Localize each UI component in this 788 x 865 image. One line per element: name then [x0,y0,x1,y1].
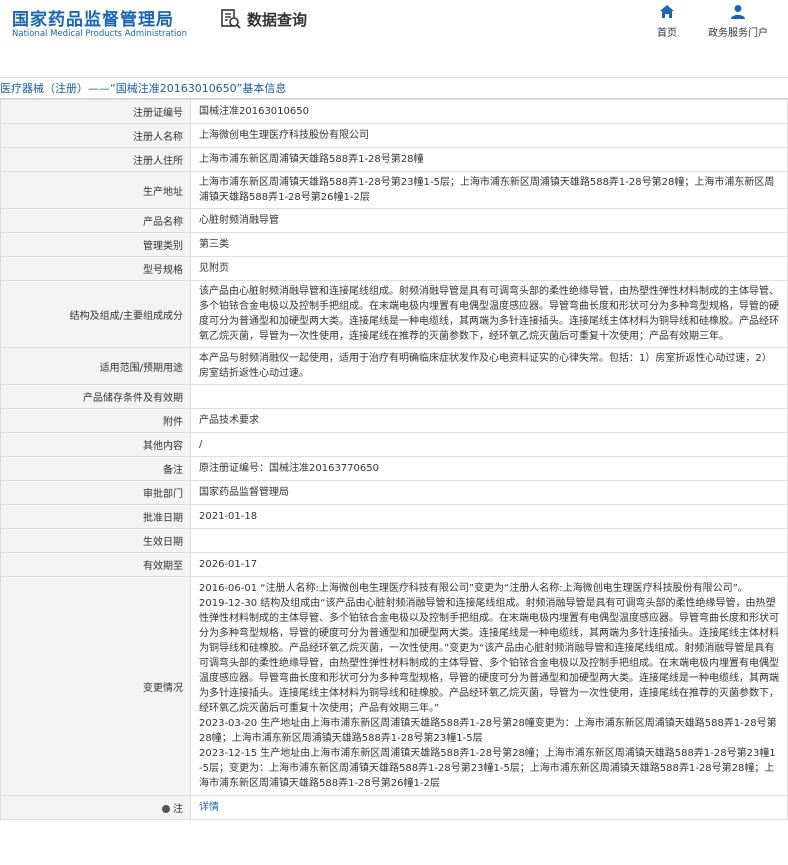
note-value-cell: 详情 [190,795,788,820]
details-link[interactable]: 详情 [199,802,219,813]
field-label: 注册证编号 [0,99,191,124]
field-value: / [190,432,788,457]
table-row: 其他内容 / [0,432,788,457]
table-row: 注册证编号 国械注准20163010650 [0,99,788,124]
field-label: 型号规格 [0,256,191,281]
breadcrumb: 医疗器械（注册）——“国械注准20163010650”基本信息 [0,78,788,99]
table-row: 产品名称 心脏射频消融导管 [0,208,788,233]
field-value: 心脏射频消融导管 [190,208,788,233]
field-value: 第三类 [190,232,788,257]
field-label: 适用范围/预期用途 [0,347,191,385]
table-row-changes: 变更情况 2016-06-01 “注册人名称:上海微创电生理医疗科技有限公司”变更… [0,576,788,796]
field-label: 备注 [0,456,191,481]
nav-portal-label: 政务服务门户 [708,28,768,39]
change-history: 2016-06-01 “注册人名称:上海微创电生理医疗科技有限公司”变更为“注册… [190,576,788,796]
field-value: 该产品由心脏射频消融导管和连接尾线组成。射频消融导管是具有可调弯头部的柔性绝缘导… [190,280,788,348]
field-label: 注册人住所 [0,147,191,172]
field-value: 见附页 [190,256,788,281]
field-value: 产品技术要求 [190,408,788,433]
table-row: 有效期至 2026-01-17 [0,552,788,577]
note-label-cell: 注 [0,795,191,820]
field-value: 上海市浦东新区周浦镇天雄路588弄1-28号第28幢 [190,147,788,172]
field-label: 批准日期 [0,504,191,529]
table-row: 备注 原注册证编号：国械注准20163770650 [0,456,788,481]
field-value: 原注册证编号：国械注准20163770650 [190,456,788,481]
field-label: 其他内容 [0,432,191,457]
table-row: 生产地址 上海市浦东新区周浦镇天雄路588弄1-28号第23幢1-5层；上海市浦东… [0,171,788,209]
table-row-note: 注 详情 [0,795,788,820]
user-icon [702,4,774,19]
table-row: 注册人名称 上海微创电生理医疗科技股份有限公司 [0,123,788,148]
table-row: 型号规格 见附页 [0,256,788,281]
table-row: 审批部门 国家药品监督管理局 [0,480,788,505]
change-entry: 2016-06-01 “注册人名称:上海微创电生理医疗科技有限公司”变更为“注册… [199,583,748,594]
change-entry: 2019-12-30 结构及组成由“该产品由心脏射频消融导管和连接尾线组成。射频… [199,598,779,714]
document-search-icon [220,8,242,30]
table-row: 附件 产品技术要求 [0,408,788,433]
table-row: 生效日期 [0,528,788,553]
field-label: 结构及组成/主要组成成分 [0,280,191,348]
field-value: 2021-01-18 [190,504,788,529]
nav-home[interactable]: 首页 [651,4,683,39]
nav-service-portal[interactable]: 政务服务门户 [702,4,774,39]
change-entry: 2023-03-20 生产地址由上海市浦东新区周浦镇天雄路588弄1-28号第2… [199,718,777,744]
field-value: 本产品与射频消融仪一起使用，适用于治疗有明确临床症状发作及心电资料证实的心律失常… [190,347,788,385]
table-row: 结构及组成/主要组成成分 该产品由心脏射频消融导管和连接尾线组成。射频消融导管是具… [0,280,788,348]
field-label: 管理类别 [0,232,191,257]
info-icon [162,805,170,813]
field-value: 国械注准20163010650 [190,99,788,124]
data-query-title: 数据查询 [220,8,307,30]
field-value: 国家药品监督管理局 [190,480,788,505]
site-header: 国家药品监督管理局 National Medical Products Admi… [0,0,788,50]
home-icon [651,4,683,19]
field-label: 注册人名称 [0,123,191,148]
field-label: 审批部门 [0,480,191,505]
site-logo-en: National Medical Products Administration [12,29,187,39]
field-label: 产品名称 [0,208,191,233]
nav-home-label: 首页 [657,28,677,39]
field-value [190,384,788,409]
field-label: 附件 [0,408,191,433]
table-row: 适用范围/预期用途 本产品与射频消融仪一起使用，适用于治疗有明确临床症状发作及心电… [0,347,788,385]
table-row: 注册人住所 上海市浦东新区周浦镇天雄路588弄1-28号第28幢 [0,147,788,172]
change-entry: 2023-12-15 生产地址由上海市浦东新区周浦镇天雄路588弄1-28号第2… [199,748,776,789]
field-label: 生效日期 [0,528,191,553]
query-title-text: 数据查询 [247,10,308,29]
field-label: 有效期至 [0,552,191,577]
field-label: 产品储存条件及有效期 [0,384,191,409]
table-row: 批准日期 2021-01-18 [0,504,788,529]
field-value: 2026-01-17 [190,552,788,577]
field-label: 变更情况 [0,576,191,796]
field-value: 上海微创电生理医疗科技股份有限公司 [190,123,788,148]
field-label: 生产地址 [0,171,191,209]
table-row: 产品储存条件及有效期 [0,384,788,409]
breadcrumb-text: 医疗器械（注册）——“国械注准20163010650”基本信息 [0,82,287,95]
field-value [190,528,788,553]
table-row: 管理类别 第三类 [0,232,788,257]
detail-table: 注册证编号 国械注准20163010650 注册人名称 上海微创电生理医疗科技股份有限… [0,99,788,820]
field-value: 上海市浦东新区周浦镇天雄路588弄1-28号第23幢1-5层；上海市浦东新区周浦… [190,171,788,209]
note-label: 注 [173,804,183,815]
header-spacer [0,50,788,78]
site-logo-cn[interactable]: 国家药品监督管理局 [12,5,174,30]
